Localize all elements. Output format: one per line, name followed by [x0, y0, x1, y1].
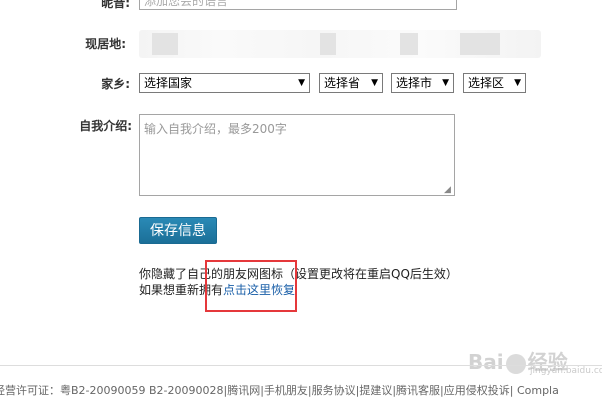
chevron-down-icon: ▼	[442, 78, 449, 88]
intro-textarea[interactable]	[139, 114, 455, 196]
chevron-down-icon: ▼	[371, 78, 378, 88]
district-select-value: 选择区	[468, 76, 505, 90]
save-button[interactable]: 保存信息	[139, 217, 217, 244]
highlight-box	[205, 260, 297, 312]
city-select-value: 选择市	[396, 76, 433, 90]
top-field-label: 昵音:	[101, 0, 130, 10]
language-input[interactable]: 添加您会的语言	[139, 0, 457, 10]
residence-label: 现居地:	[85, 37, 126, 51]
resize-grip-icon[interactable]: ◢	[444, 185, 451, 195]
footer-divider	[0, 365, 602, 366]
chevron-down-icon: ▼	[298, 78, 305, 88]
watermark-brand-left: Bai	[468, 350, 504, 374]
city-select[interactable]: 选择市 ▼	[391, 73, 454, 93]
country-select-value: 选择国家	[144, 76, 193, 90]
residence-blur-block	[152, 33, 178, 55]
hometown-label: 家乡:	[101, 77, 130, 91]
watermark-url: jingyan.baidu.com	[530, 366, 602, 376]
district-select[interactable]: 选择区 ▼	[463, 73, 526, 93]
country-select[interactable]: 选择国家 ▼	[139, 73, 310, 93]
hidden-icon-notice: 你隐藏了自己的朋友网图标（设置更改将在重启QQ后生效）	[139, 267, 458, 281]
footer-links: 经营许可证：粤B2-20090059 B2-20090028|腾讯网|手机朋友|…	[0, 384, 559, 397]
chevron-down-icon: ▼	[514, 78, 521, 88]
residence-blur-block	[460, 33, 500, 55]
residence-blur-block	[400, 33, 418, 55]
province-select[interactable]: 选择省 ▼	[319, 73, 383, 93]
intro-label: 自我介绍:	[79, 119, 132, 133]
province-select-value: 选择省	[324, 76, 361, 90]
residence-blur-block	[320, 33, 336, 55]
paw-icon	[505, 353, 526, 374]
